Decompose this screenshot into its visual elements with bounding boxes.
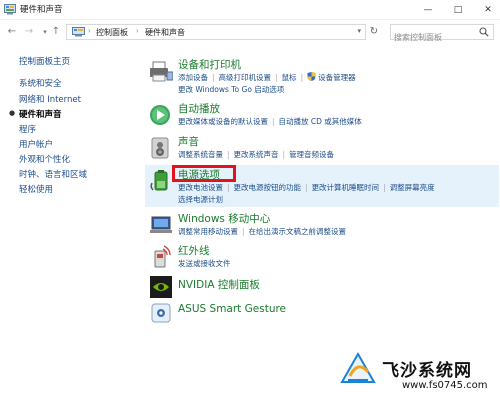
address-bar[interactable]: › 控制面板 › 硬件和声音 ▾ — [66, 24, 366, 40]
category-links: 更改 Windows To Go 启动选项 — [178, 84, 284, 95]
link-divider: | — [305, 183, 308, 192]
link-divider: | — [275, 73, 278, 82]
category-title[interactable]: 自动播放 — [178, 101, 220, 116]
sidebar-item-hardware-sound[interactable]: 硬件和声音 — [19, 108, 62, 120]
category-title[interactable]: Windows 移动中心 — [178, 211, 270, 226]
category-devices-printers: 设备和打印机 添加设备 | 高级打印机设置 | 鼠标 | 设备管理器 更改 Windows … — [145, 56, 499, 96]
link-add-device[interactable]: 添加设备 — [178, 73, 208, 82]
breadcrumb-hardware-sound[interactable]: 硬件和声音 — [145, 27, 185, 38]
category-links: 更改媒体或设备的默认设置 | 自动播放 CD 或其他媒体 — [178, 116, 362, 127]
category-mobility-center: Windows 移动中心 调整常用移动设置 | 在给出演示文稿之前调整设置 — [145, 210, 499, 240]
sidebar-item-home[interactable]: 控制面板主页 — [19, 55, 70, 67]
category-links: 发送或接收文件 — [178, 258, 231, 269]
link-divider: | — [272, 117, 275, 126]
watermark-title: 飞沙系统网 — [382, 361, 472, 381]
breadcrumb-separator-icon[interactable]: › — [136, 27, 139, 35]
link-divider: | — [383, 183, 386, 192]
link-divider: | — [227, 183, 230, 192]
link-device-manager[interactable]: 设备管理器 — [318, 73, 356, 82]
link-mobility-settings[interactable]: 调整常用移动设置 — [178, 227, 238, 236]
address-dropdown-icon[interactable]: ▾ — [357, 27, 361, 35]
link-presentation-settings[interactable]: 在给出演示文稿之前调整设置 — [249, 227, 347, 236]
category-asus-gesture: ASUS Smart Gesture — [145, 301, 499, 325]
maximize-button[interactable]: □ — [446, 0, 470, 20]
link-power-button-function[interactable]: 更改电源按钮的功能 — [234, 183, 302, 192]
search-box[interactable] — [390, 24, 494, 45]
category-title[interactable]: 声音 — [178, 134, 199, 149]
category-links: 添加设备 | 高级打印机设置 | 鼠标 | 设备管理器 — [178, 72, 356, 83]
sidebar-item-user-accounts[interactable]: 用户帐户 — [19, 138, 53, 150]
link-change-default-media[interactable]: 更改媒体或设备的默认设置 — [178, 117, 268, 126]
link-adjust-volume[interactable]: 调整系统音量 — [178, 150, 223, 159]
link-divider: | — [242, 227, 245, 236]
minimize-button[interactable]: — — [416, 0, 440, 20]
link-manage-audio-devices[interactable]: 管理音频设备 — [289, 150, 334, 159]
category-links: 调整系统音量 | 更改系统声音 | 管理音频设备 — [178, 149, 334, 160]
title-bar: 硬件和声音 — □ ✕ — [0, 0, 500, 20]
window-title: 硬件和声音 — [20, 5, 63, 15]
link-sleep-time[interactable]: 更改计算机睡眠时间 — [312, 183, 380, 192]
category-links: 更改电池设置 | 更改电源按钮的功能 | 更改计算机睡眠时间 | 调整屏幕亮度 — [178, 182, 435, 193]
feisha-logo-icon — [340, 352, 376, 383]
sidebar-item-programs[interactable]: 程序 — [19, 123, 36, 135]
mobility-center-icon — [150, 216, 172, 233]
search-icon[interactable] — [479, 27, 489, 37]
touchpad-icon — [151, 303, 171, 323]
category-nvidia: NVIDIA 控制面板 — [145, 275, 499, 299]
category-infrared: 红外线 发送或接收文件 — [145, 242, 499, 272]
category-title[interactable]: NVIDIA 控制面板 — [178, 277, 260, 292]
link-choose-power-plan[interactable]: 选择电源计划 — [178, 195, 223, 204]
link-windows-to-go[interactable]: 更改 Windows To Go 启动选项 — [178, 85, 284, 94]
sidebar-item-clock-region[interactable]: 时钟、语言和区域 — [19, 168, 87, 180]
link-mouse[interactable]: 鼠标 — [282, 73, 297, 82]
link-advanced-printer-setup[interactable]: 高级打印机设置 — [219, 73, 272, 82]
link-change-system-sounds[interactable]: 更改系统声音 — [234, 150, 279, 159]
sidebar-item-appearance[interactable]: 外观和个性化 — [19, 153, 70, 165]
link-divider: | — [282, 150, 286, 159]
close-button[interactable]: ✕ — [476, 0, 500, 20]
category-links: 调整常用移动设置 | 在给出演示文稿之前调整设置 — [178, 226, 346, 237]
link-divider: | — [300, 73, 304, 82]
control-panel-icon — [72, 27, 85, 37]
speaker-icon — [151, 137, 169, 159]
navigation-bar: ← → ▾ ↑ › 控制面板 › 硬件和声音 ▾ ↻ — [0, 20, 500, 45]
nvidia-icon — [150, 276, 172, 298]
link-divider: | — [227, 150, 230, 159]
sidebar: 控制面板主页 系统和安全 网络和 Internet ● 硬件和声音 程序 用户帐… — [0, 44, 140, 404]
watermark: 飞沙系统网 www.fs0745.com — [340, 350, 500, 404]
breadcrumb-control-panel[interactable]: 控制面板 — [96, 27, 128, 38]
search-input[interactable] — [391, 30, 477, 45]
link-autoplay-cd[interactable]: 自动播放 CD 或其他媒体 — [279, 117, 362, 126]
up-arrow-icon[interactable]: ↑ — [49, 25, 63, 39]
category-title[interactable]: 红外线 — [178, 243, 210, 258]
refresh-icon[interactable]: ↻ — [368, 26, 380, 38]
infrared-icon — [154, 245, 171, 268]
category-links: 选择电源计划 — [178, 194, 223, 205]
link-adjust-brightness[interactable]: 调整屏幕亮度 — [390, 183, 435, 192]
printer-icon — [150, 61, 173, 82]
annotation-highlight-box — [172, 165, 236, 182]
watermark-url: www.fs0745.com — [402, 380, 488, 391]
category-title[interactable]: 设备和打印机 — [178, 57, 241, 72]
forward-arrow-icon[interactable]: → — [22, 25, 36, 39]
sidebar-item-system-security[interactable]: 系统和安全 — [19, 77, 62, 89]
sidebar-item-ease-of-access[interactable]: 轻松使用 — [19, 183, 53, 195]
shield-icon — [307, 72, 316, 81]
link-change-battery-settings[interactable]: 更改电池设置 — [178, 183, 223, 192]
category-autoplay: 自动播放 更改媒体或设备的默认设置 | 自动播放 CD 或其他媒体 — [145, 100, 499, 130]
current-item-bullet-icon: ● — [9, 109, 16, 117]
breadcrumb-separator-icon[interactable]: › — [88, 27, 91, 35]
link-send-receive-files[interactable]: 发送或接收文件 — [178, 259, 231, 268]
power-options-icon — [150, 170, 168, 191]
link-divider: | — [212, 73, 215, 82]
category-sound: 声音 调整系统音量 | 更改系统声音 | 管理音频设备 — [145, 133, 499, 163]
category-title[interactable]: ASUS Smart Gesture — [178, 303, 286, 315]
back-arrow-icon[interactable]: ← — [5, 25, 19, 39]
control-panel-icon — [4, 4, 16, 15]
autoplay-icon — [150, 105, 170, 125]
sidebar-item-network[interactable]: 网络和 Internet — [19, 93, 81, 105]
